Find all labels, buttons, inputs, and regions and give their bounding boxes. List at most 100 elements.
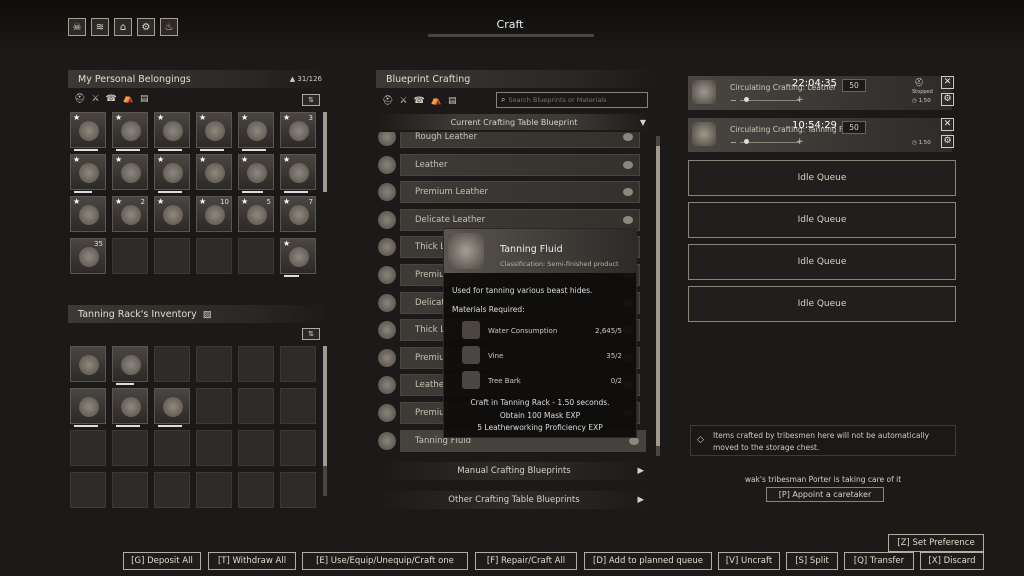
rack-scrollbar[interactable]	[323, 346, 327, 496]
inventory-slot[interactable]	[154, 430, 190, 466]
settings-icon[interactable]: ⚙	[941, 135, 954, 148]
inventory-slot[interactable]: ★ 5	[238, 196, 274, 232]
discard-button[interactable]: [X] Discard	[920, 552, 984, 570]
queue-qty[interactable]: 50	[842, 121, 866, 134]
inventory-slot[interactable]	[238, 238, 274, 274]
inventory-slot[interactable]: ★ 10	[196, 196, 232, 232]
close-icon[interactable]: ✕	[941, 118, 954, 131]
blueprint-row[interactable]: Premium Leather	[378, 181, 640, 204]
inventory-slot[interactable]: ★ 2	[112, 196, 148, 232]
inventory-slot[interactable]: ★	[112, 154, 148, 190]
helmet-filter-icon[interactable]: ⛑	[382, 96, 393, 106]
queue-qty[interactable]: 50	[842, 79, 866, 92]
settings-icon[interactable]: ⚙	[941, 93, 954, 106]
withdraw-all-button[interactable]: [T] Withdraw All	[208, 552, 296, 570]
inventory-slot[interactable]: ★	[70, 112, 106, 151]
minus-icon[interactable]: −	[730, 138, 737, 147]
inventory-slot[interactable]	[196, 388, 232, 424]
inventory-slot[interactable]	[70, 472, 106, 508]
inventory-slot[interactable]	[280, 472, 316, 508]
inventory-slot[interactable]: ★	[70, 196, 106, 232]
inventory-slot[interactable]: ★	[280, 238, 316, 277]
hood-filter-icon[interactable]: ☎	[106, 94, 117, 104]
inventory-slot[interactable]: ★	[280, 154, 316, 193]
inventory-slot[interactable]	[154, 472, 190, 508]
scroll-icon[interactable]: ≋	[91, 18, 109, 36]
inventory-slot[interactable]: ★	[154, 154, 190, 193]
inventory-slot[interactable]	[196, 238, 232, 274]
tent-filter-icon[interactable]: ⛺	[431, 96, 442, 106]
tent-filter-icon[interactable]: ⛺	[123, 94, 134, 104]
qty-slider[interactable]	[740, 100, 800, 101]
qty-slider[interactable]	[740, 142, 800, 143]
crafting-queue-item[interactable]: Circulating Crafting: Tanning Fluid 10:54…	[688, 118, 952, 152]
inventory-slot[interactable]: ★	[196, 154, 232, 190]
idle-queue-slot[interactable]: Idle Queue	[688, 160, 956, 196]
inventory-slot[interactable]: ★	[112, 112, 148, 151]
inventory-slot[interactable]	[280, 388, 316, 424]
inventory-slot[interactable]	[154, 346, 190, 382]
inventory-slot[interactable]	[70, 346, 106, 382]
inventory-slot[interactable]: ★	[238, 154, 274, 193]
book-filter-icon[interactable]: ▤	[448, 96, 457, 106]
skull-icon[interactable]: ☠	[68, 18, 86, 36]
inventory-slot[interactable]	[112, 346, 148, 385]
sort-button[interactable]: ⇅	[302, 94, 320, 106]
belongings-scrollbar[interactable]	[323, 112, 327, 192]
blueprint-row[interactable]: Leather	[378, 153, 640, 176]
bag-icon[interactable]: ⌂	[114, 18, 132, 36]
helmet-filter-icon[interactable]: ⛑	[74, 94, 85, 104]
inventory-slot[interactable]: ★	[238, 112, 274, 151]
split-button[interactable]: [S] Split	[786, 552, 838, 570]
manual-blueprints-toggle[interactable]: Manual Crafting Blueprints ▶	[378, 462, 650, 480]
inventory-slot[interactable]: 35	[70, 238, 106, 274]
inventory-slot[interactable]	[70, 430, 106, 466]
inventory-slot[interactable]: ★	[154, 196, 190, 232]
inventory-slot[interactable]	[280, 346, 316, 382]
inventory-slot[interactable]	[112, 238, 148, 274]
inventory-slot[interactable]: ★ 7	[280, 196, 316, 232]
deposit-all-button[interactable]: [G] Deposit All	[123, 552, 201, 570]
repair-craft-button[interactable]: [F] Repair/Craft All	[475, 552, 577, 570]
plus-icon[interactable]: +	[796, 137, 804, 147]
current-table-dropdown[interactable]: Current Crafting Table Blueprint ▼	[378, 114, 650, 130]
inventory-slot[interactable]	[154, 388, 190, 427]
inventory-slot[interactable]	[196, 430, 232, 466]
search-input[interactable]	[508, 96, 639, 104]
sword-filter-icon[interactable]: ⚔	[91, 94, 99, 104]
slider-handle[interactable]	[744, 139, 749, 144]
set-preference-button[interactable]: [Z] Set Preference	[888, 534, 984, 552]
inventory-slot[interactable]	[112, 388, 148, 427]
inventory-slot[interactable]: ★	[154, 112, 190, 151]
crafting-queue-item[interactable]: Circulating Crafting: Leather 22:04:35 50−…	[688, 76, 952, 110]
inventory-slot[interactable]	[70, 388, 106, 427]
appoint-caretaker-button[interactable]: [P] Appoint a caretaker	[766, 487, 884, 502]
inventory-slot[interactable]	[238, 430, 274, 466]
inventory-slot[interactable]	[280, 430, 316, 466]
slider-handle[interactable]	[744, 97, 749, 102]
uncraft-button[interactable]: [V] Uncraft	[718, 552, 780, 570]
idle-queue-slot[interactable]: Idle Queue	[688, 244, 956, 280]
close-icon[interactable]: ✕	[941, 76, 954, 89]
use-equip-button[interactable]: [E] Use/Equip/Unequip/Craft one	[302, 552, 468, 570]
idle-queue-slot[interactable]: Idle Queue	[688, 286, 956, 322]
minus-icon[interactable]: −	[730, 96, 737, 105]
inventory-slot[interactable]	[238, 346, 274, 382]
inventory-slot[interactable]: ★	[70, 154, 106, 193]
other-blueprints-toggle[interactable]: Other Crafting Table Blueprints ▶	[378, 491, 650, 509]
inventory-slot[interactable]	[112, 472, 148, 508]
rack-info-icon[interactable]: ▧	[203, 309, 212, 320]
rack-sort-button[interactable]: ⇅	[302, 328, 320, 340]
inventory-slot[interactable]	[154, 238, 190, 274]
inventory-slot[interactable]	[196, 472, 232, 508]
add-queue-button[interactable]: [D] Add to planned queue	[584, 552, 712, 570]
inventory-slot[interactable]	[238, 388, 274, 424]
book-filter-icon[interactable]: ▤	[140, 94, 149, 104]
inventory-slot[interactable]	[238, 472, 274, 508]
gear-icon[interactable]: ⚙	[137, 18, 155, 36]
hood-filter-icon[interactable]: ☎	[414, 96, 425, 106]
blueprint-scrollbar[interactable]	[656, 136, 660, 456]
inventory-slot[interactable]: ★	[196, 112, 232, 151]
inventory-slot[interactable]: ★ 3	[280, 112, 316, 148]
transfer-button[interactable]: [Q] Transfer	[844, 552, 914, 570]
